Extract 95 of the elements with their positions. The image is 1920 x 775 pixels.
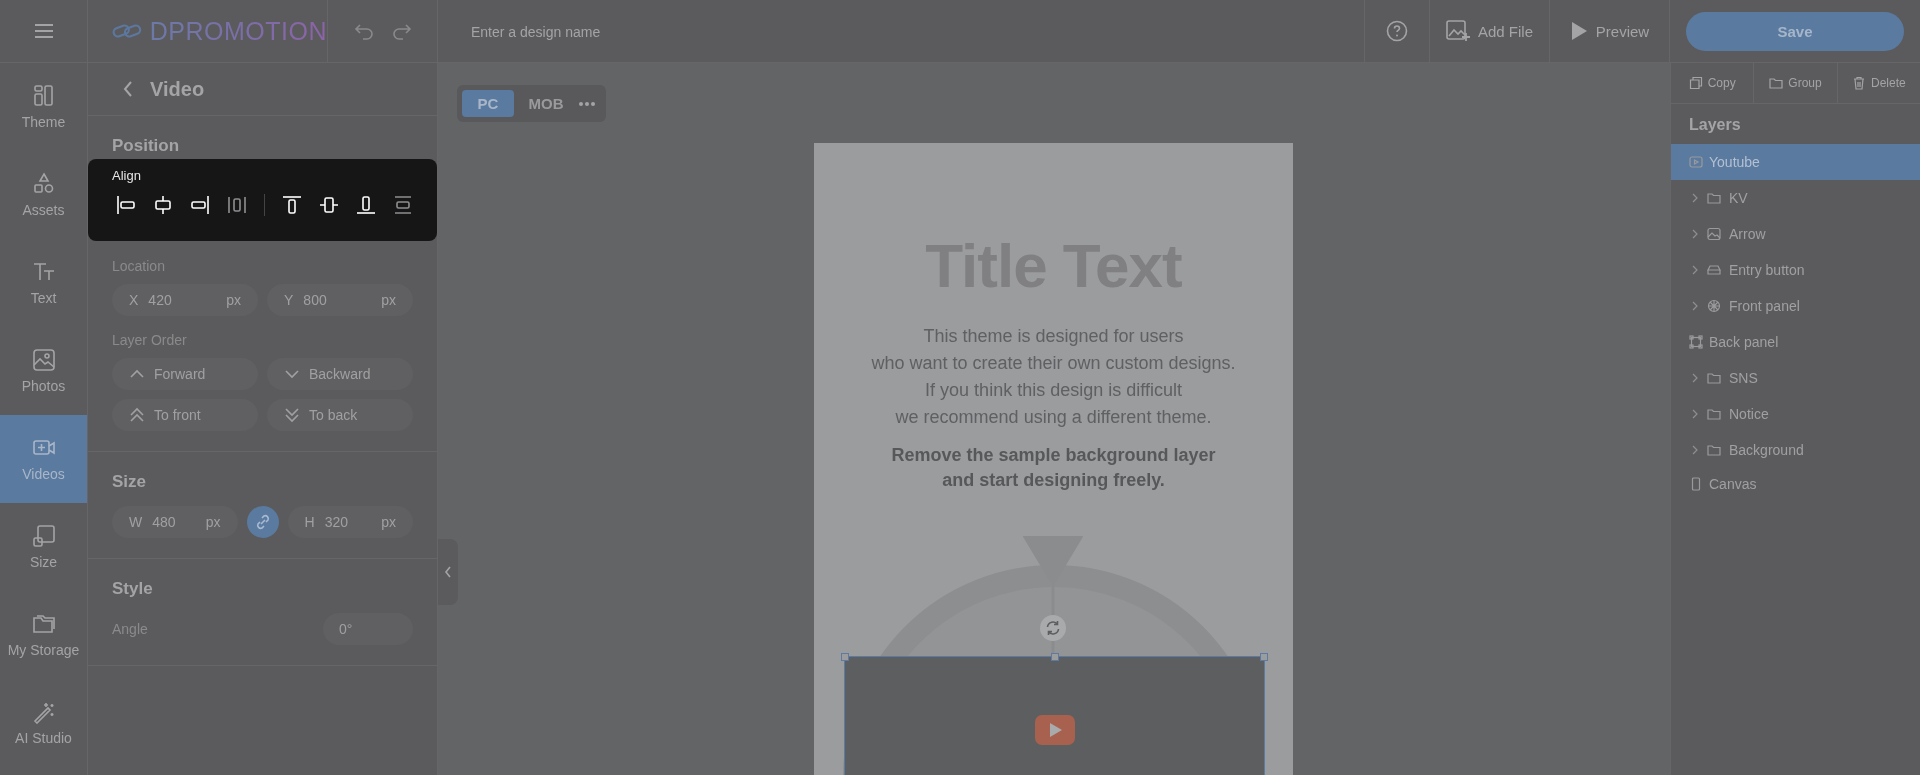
resize-handle[interactable] (1260, 653, 1268, 661)
link-icon (254, 514, 271, 530)
align-bottom-icon[interactable] (356, 195, 376, 215)
layer-item[interactable]: Notice (1671, 396, 1920, 432)
back-icon[interactable] (122, 80, 134, 98)
layer-order-button[interactable]: Forward (112, 358, 258, 390)
align-middle-icon[interactable] (319, 195, 339, 215)
layer-item[interactable]: Entry button (1671, 252, 1920, 288)
folder-icon (1707, 371, 1721, 385)
layer-item[interactable]: SNS (1671, 360, 1920, 396)
undo-icon[interactable] (352, 22, 375, 40)
layer-order-button[interactable]: To back (267, 399, 413, 431)
double-chevron-up-icon (128, 407, 146, 423)
preview-button[interactable]: Preview (1550, 0, 1670, 62)
play-square-icon (1689, 155, 1703, 169)
folder-icon (1707, 191, 1721, 205)
layers-title: Layers (1688, 115, 1742, 135)
panel-title: Video (150, 77, 205, 101)
chevron-left-icon (443, 565, 453, 579)
nav-item[interactable]: Theme (0, 63, 87, 151)
tray-icon (1707, 263, 1721, 277)
chevron-right-icon[interactable] (1691, 229, 1699, 239)
resize-handle[interactable] (841, 653, 849, 661)
layer-item[interactable]: KV (1671, 180, 1920, 216)
distribute-vertical-icon[interactable] (393, 195, 413, 215)
resize-icon (31, 524, 56, 548)
align-center-icon[interactable] (153, 195, 173, 215)
more-icon[interactable] (578, 100, 596, 107)
resize-handle[interactable] (1051, 653, 1059, 661)
width-field[interactable]: W 480 px (112, 506, 238, 538)
chevron-right-icon[interactable] (1691, 373, 1699, 383)
rotate-handle-icon[interactable] (1040, 615, 1066, 641)
chevron-right-icon[interactable] (1691, 409, 1699, 419)
grid-icon (31, 84, 56, 108)
layer-action-button[interactable]: Delete (1837, 63, 1920, 103)
layer-item[interactable]: Front panel (1671, 288, 1920, 324)
popup-title: Align (112, 168, 142, 183)
shapes-icon (31, 172, 56, 196)
add-image-icon (1446, 20, 1470, 42)
layer-item[interactable]: Back panel (1671, 324, 1920, 360)
redo-icon[interactable] (390, 22, 413, 40)
nav-item[interactable]: Videos (0, 415, 87, 503)
magic-wand-icon (31, 700, 56, 724)
add-file-button[interactable]: Add File (1430, 0, 1550, 62)
x-field[interactable]: X 420 px (112, 284, 258, 316)
nav-item[interactable]: Text (0, 239, 87, 327)
section-title: Style (112, 579, 154, 599)
chevron-right-icon[interactable] (1691, 445, 1699, 455)
chevron-right-icon[interactable] (1691, 193, 1699, 203)
align-left-icon[interactable] (116, 195, 136, 215)
layer-order-button[interactable]: Backward (267, 358, 413, 390)
page-paragraph: This theme is designed for users who want to create their own custom designs. If you think this design is difficult we recommend using a different theme. (871, 325, 1236, 429)
layer-action-button[interactable]: Copy (1671, 63, 1755, 103)
align-top-icon[interactable] (282, 195, 302, 215)
height-field[interactable]: H 320 px (287, 506, 413, 538)
layer-item[interactable]: Arrow (1671, 216, 1920, 252)
link-toggle[interactable] (246, 506, 279, 538)
view-tab[interactable]: MOB (520, 90, 572, 117)
folder-icon (1769, 76, 1784, 90)
chevron-right-icon[interactable] (1691, 265, 1699, 275)
folder-icon (1707, 443, 1721, 457)
play-icon (1034, 715, 1075, 745)
frame-icon (1689, 335, 1703, 349)
copy-icon (1688, 76, 1703, 90)
section-title: Position (112, 136, 181, 156)
trash-icon (1851, 76, 1866, 90)
callout-text: Remove the sample background layer and start designing freely. (891, 444, 1216, 492)
nav-item[interactable]: Assets (0, 151, 87, 239)
double-chevron-down-icon (283, 407, 301, 423)
wheel-icon (1707, 299, 1721, 313)
view-tab[interactable]: PC (462, 90, 514, 117)
layer-item[interactable]: Youtube (1671, 144, 1920, 180)
folder-icon (1707, 407, 1721, 421)
chevron-right-icon[interactable] (1691, 301, 1699, 311)
image-icon (31, 348, 56, 372)
section-title: Size (112, 472, 148, 492)
layer-item[interactable]: Background (1671, 432, 1920, 468)
angle-field[interactable]: 0° (323, 613, 413, 645)
align-right-icon[interactable] (190, 195, 210, 215)
y-field[interactable]: Y 800 px (267, 284, 413, 316)
help-icon[interactable] (1386, 20, 1408, 42)
layer-action-button[interactable]: Group (1754, 63, 1838, 103)
menu-icon[interactable] (33, 23, 54, 39)
nav-item[interactable]: My Storage (0, 591, 87, 679)
phone-icon (1689, 477, 1703, 491)
layer-item[interactable]: Canvas (1671, 468, 1920, 500)
play-icon (1569, 21, 1588, 41)
nav-item[interactable]: Size (0, 503, 87, 591)
layer-order-button[interactable]: To front (112, 399, 258, 431)
nav-item[interactable]: Photos (0, 327, 87, 415)
nav-item[interactable]: AI Studio (0, 679, 87, 767)
image-icon (1707, 227, 1721, 241)
folders-icon (31, 612, 56, 636)
save-button[interactable]: Save (1686, 11, 1904, 51)
distribute-horizontal-icon[interactable] (227, 195, 247, 215)
